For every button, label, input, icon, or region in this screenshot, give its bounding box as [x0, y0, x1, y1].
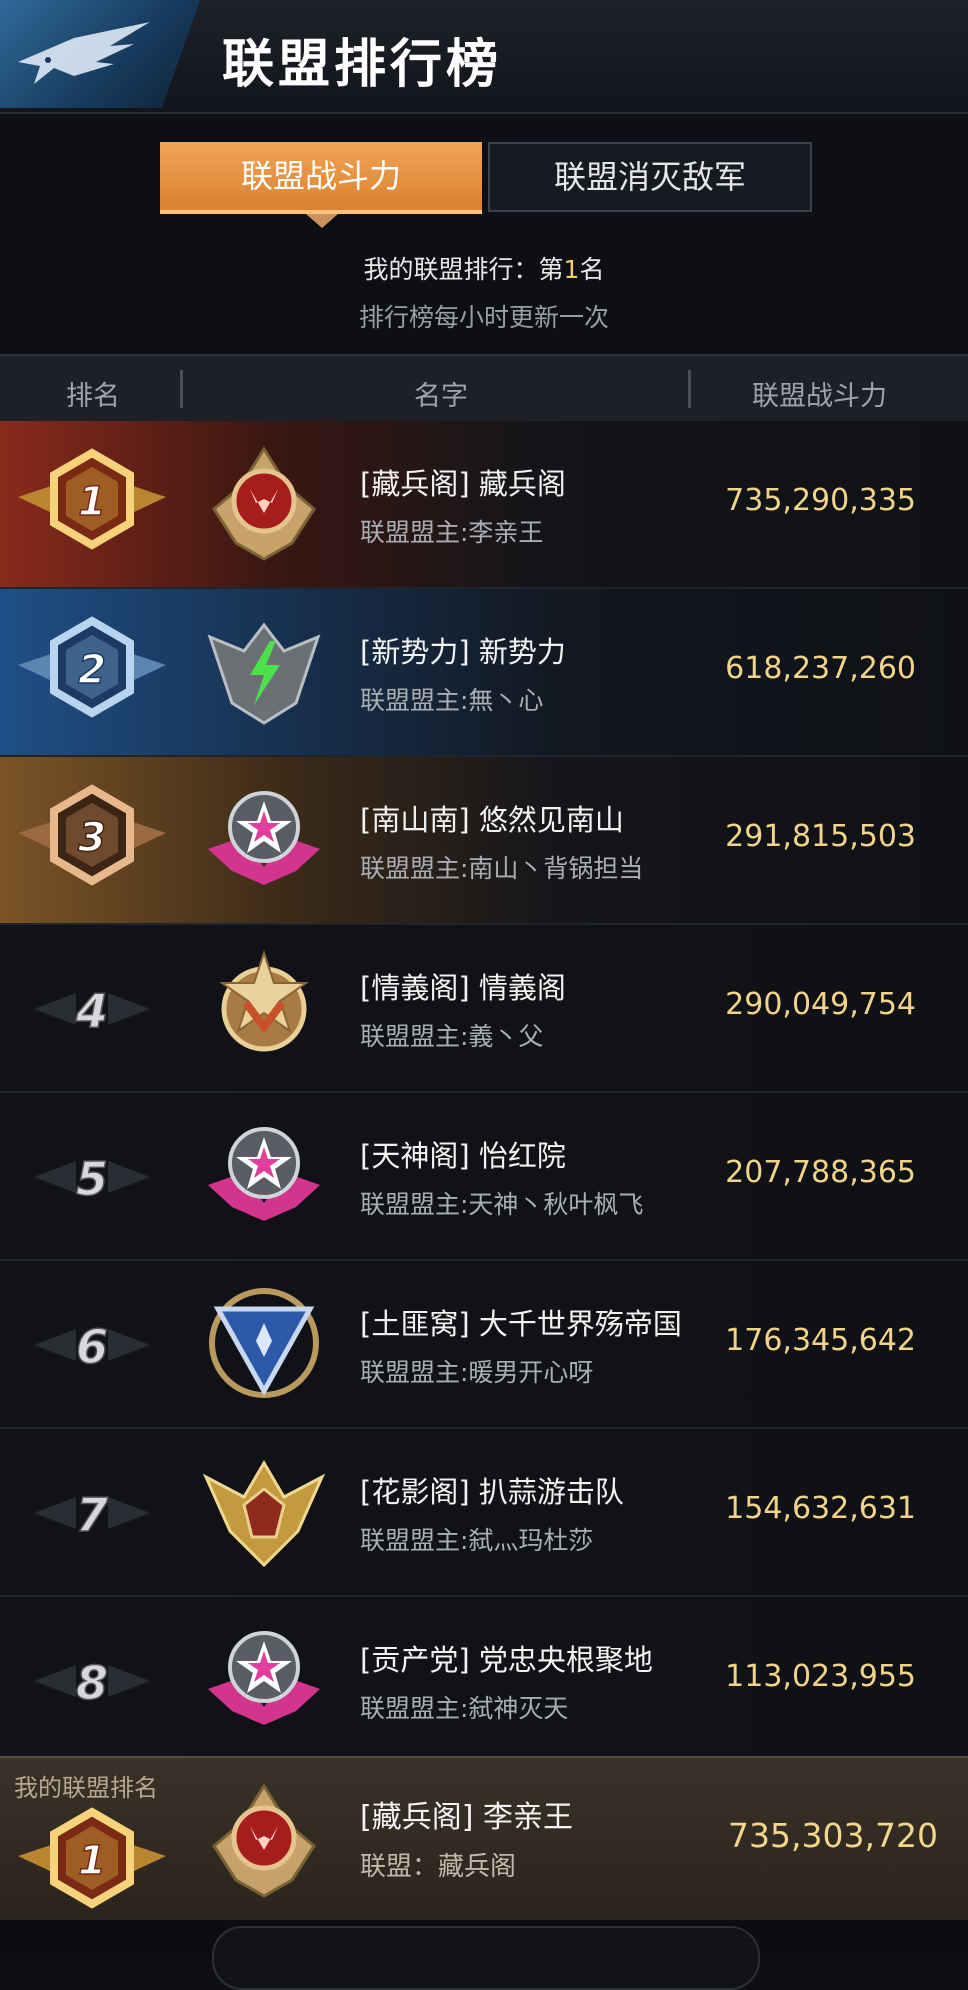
- my-rank-number: 1: [563, 255, 580, 284]
- ranking-row[interactable]: 3 [南山南] 悠然见南山联盟盟主:南山丶背锅担当 291,815,503: [0, 757, 968, 925]
- ranking-row[interactable]: 1 [藏兵阁] 藏兵阁联盟盟主:李亲王 735,290,335: [0, 421, 968, 589]
- alliance-name: [天神阁] 怡红院: [360, 1139, 566, 1173]
- my-alliance-name: [藏兵阁] 李亲王: [360, 1800, 573, 1835]
- my-alliance-bar[interactable]: 我的联盟排名 1 [藏兵阁] 李亲王 联盟：藏兵阁 735,303,720: [0, 1756, 968, 1922]
- alliance-leader: 联盟盟主:李亲王: [360, 518, 544, 547]
- rank-badge-icon: 1: [12, 439, 172, 569]
- alliance-leader: 联盟盟主:天神丶秋叶枫飞: [360, 1190, 644, 1219]
- svg-text:1: 1: [78, 479, 106, 525]
- alliance-name: [土匪窝] 大千世界殇帝国: [360, 1307, 682, 1341]
- rank-badge-icon: 2: [12, 607, 172, 737]
- pink-star-emblem-icon: [200, 1615, 328, 1743]
- my-rank-text: 我的联盟排行：第1名: [363, 255, 605, 284]
- tab-label: 联盟消灭敌军: [553, 158, 746, 196]
- my-alliance-sub: 联盟：藏兵阁: [360, 1852, 517, 1882]
- gold-wings-emblem-icon: [200, 1447, 328, 1575]
- ranking-row[interactable]: 4 [情義阁] 情義阁联盟盟主:義丶父 290,049,754: [0, 925, 968, 1093]
- svg-text:5: 5: [76, 1152, 108, 1206]
- ranking-row[interactable]: 8 [贡产党] 党忠央根聚地联盟盟主:弑神灭天 113,023,955: [0, 1597, 968, 1765]
- back-logo-button[interactable]: [0, 0, 200, 108]
- svg-text:1: 1: [78, 1838, 106, 1884]
- svg-text:7: 7: [76, 1488, 108, 1542]
- divider: [688, 370, 691, 408]
- ranking-row[interactable]: 6 [土匪窝] 大千世界殇帝国联盟盟主:暖男开心呀 176,345,642: [0, 1261, 968, 1429]
- svg-text:4: 4: [75, 984, 108, 1038]
- top-bar: 联盟排行榜: [0, 0, 968, 114]
- divider: [180, 370, 183, 408]
- fox-shield-emblem-icon: [200, 439, 328, 567]
- rank-badge-icon: 1: [12, 1798, 172, 1928]
- my-alliance-power: 735,303,720: [728, 1816, 938, 1855]
- rank-badge-icon: 4: [12, 943, 172, 1073]
- alliance-name: [新势力] 新势力: [360, 635, 566, 669]
- eagle-wing-icon: [18, 22, 150, 84]
- alliance-power: 113,023,955: [725, 1659, 916, 1694]
- alliance-name: [花影阁] 扒蒜游击队: [360, 1475, 624, 1509]
- gold-star-emblem-icon: [200, 943, 328, 1071]
- page-title: 联盟排行榜: [222, 35, 503, 95]
- ranking-list: 1 [藏兵阁] 藏兵阁 联盟盟主:李亲王 735,290,335 2 [新势力] 新势力联…: [0, 421, 968, 1765]
- rank-badge-icon: 8: [12, 1615, 172, 1745]
- svg-text:2: 2: [78, 647, 106, 693]
- ranking-row[interactable]: 7 [花影阁] 扒蒜游击队联盟盟主:弑灬玛杜莎 154,632,631: [0, 1429, 968, 1597]
- alliance-name: [南山南] 悠然见南山: [360, 803, 624, 837]
- lightning-wings-emblem-icon: [200, 607, 328, 735]
- col-name: 名字: [414, 381, 468, 412]
- alliance-power: 291,815,503: [725, 819, 916, 854]
- bottom-arc: [212, 1926, 760, 1990]
- alliance-name: [情義阁] 情義阁: [360, 971, 566, 1005]
- col-power: 联盟战斗力: [752, 381, 887, 412]
- alliance-leader: 联盟盟主:弑神灭天: [360, 1694, 569, 1723]
- blue-laurel-emblem-icon: [200, 1279, 328, 1407]
- update-note: 排行榜每小时更新一次: [358, 303, 609, 332]
- pink-star-emblem-icon: [200, 1111, 328, 1239]
- svg-text:6: 6: [76, 1320, 108, 1374]
- tab-label: 联盟战斗力: [240, 157, 401, 195]
- svg-text:3: 3: [78, 815, 106, 861]
- pink-star-emblem-icon: [200, 775, 328, 903]
- alliance-power: 735,290,335: [725, 483, 916, 518]
- column-header: 排名 名字 联盟战斗力: [0, 354, 968, 422]
- tab-alliance-kills[interactable]: 联盟消灭敌军: [488, 142, 812, 212]
- alliance-name: [藏兵阁] 藏兵阁: [360, 467, 566, 501]
- ranking-row[interactable]: 2 [新势力] 新势力联盟盟主:無丶心 618,237,260: [0, 589, 968, 757]
- rank-badge-icon: 5: [12, 1111, 172, 1241]
- rank-badge-icon: 3: [12, 775, 172, 905]
- alliance-leader: 联盟盟主:暖男开心呀: [360, 1358, 594, 1387]
- alliance-power: 207,788,365: [725, 1155, 916, 1190]
- tab-alliance-power[interactable]: 联盟战斗力: [160, 142, 482, 228]
- col-rank: 排名: [66, 381, 120, 412]
- ranking-row[interactable]: 5 [天神阁] 怡红院联盟盟主:天神丶秋叶枫飞 207,788,365: [0, 1093, 968, 1261]
- alliance-leader: 联盟盟主:弑灬玛杜莎: [360, 1526, 594, 1555]
- alliance-power: 290,049,754: [725, 987, 916, 1022]
- active-tab-pointer: [306, 214, 338, 228]
- rank-badge-icon: 6: [12, 1279, 172, 1409]
- svg-text:8: 8: [76, 1656, 108, 1710]
- alliance-leader: 联盟盟主:南山丶背锅担当: [360, 854, 644, 883]
- fox-shield-emblem-icon: [200, 1776, 328, 1904]
- rank-badge-icon: 7: [12, 1447, 172, 1577]
- alliance-power: 618,237,260: [725, 651, 916, 686]
- bottom-frame: [0, 1920, 968, 1990]
- alliance-power: 154,632,631: [725, 1491, 916, 1526]
- alliance-power: 176,345,642: [725, 1323, 916, 1358]
- alliance-leader: 联盟盟主:義丶父: [360, 1022, 544, 1051]
- alliance-leader: 联盟盟主:無丶心: [360, 686, 544, 715]
- alliance-name: [贡产党] 党忠央根聚地: [360, 1643, 653, 1677]
